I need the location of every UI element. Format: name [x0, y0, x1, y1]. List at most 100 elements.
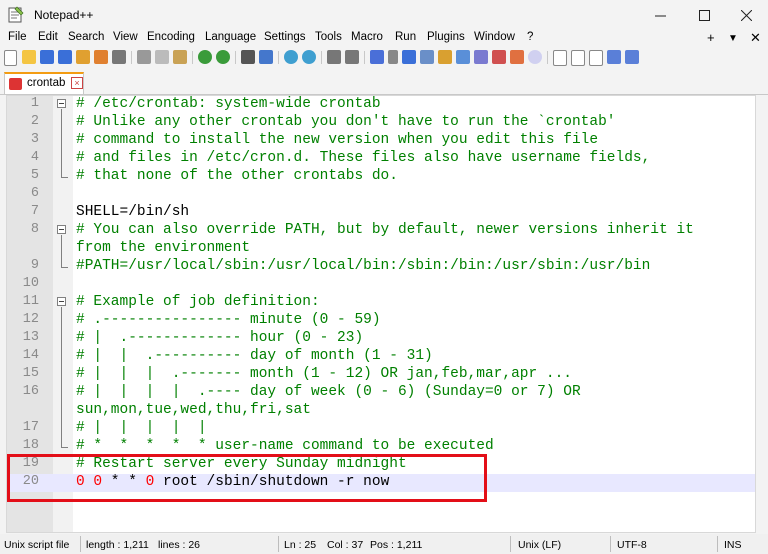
tab-crontab[interactable]: crontab ×: [4, 72, 84, 94]
close-file-icon[interactable]: [76, 50, 90, 64]
word-wrap-icon[interactable]: [370, 50, 384, 64]
line-number: 5: [30, 168, 39, 183]
code-line[interactable]: 5 # that none of the other crontabs do.: [7, 168, 755, 186]
tab-list-button[interactable]: ▼: [728, 33, 738, 44]
undo-icon[interactable]: [198, 50, 212, 64]
function-list-icon[interactable]: [474, 50, 488, 64]
code-line[interactable]: 17 # | | | | |: [7, 420, 755, 438]
code-line[interactable]: 10: [7, 276, 755, 294]
fold-toggle-icon[interactable]: [57, 225, 66, 234]
code-line[interactable]: 3 # command to install the new version wh…: [7, 132, 755, 150]
code-text: # | .------------- hour (0 - 23): [76, 330, 363, 346]
menu-search[interactable]: Search: [68, 31, 104, 43]
status-encoding[interactable]: UTF-8: [617, 539, 647, 551]
record-macro-icon[interactable]: [553, 50, 567, 66]
zoom-in-icon[interactable]: [284, 50, 298, 64]
save-macro-icon[interactable]: [625, 50, 639, 64]
sync-horizontal-icon[interactable]: [345, 50, 359, 64]
code-line[interactable]: 16 # | | | | .---- day of week (0 - 6) (S…: [7, 384, 755, 402]
code-line[interactable]: 4 # and files in /etc/cron.d. These files…: [7, 150, 755, 168]
tab-close-icon[interactable]: ×: [71, 77, 83, 89]
minimize-button[interactable]: [640, 0, 680, 30]
close-window-button[interactable]: [726, 0, 766, 30]
fold-toggle-icon[interactable]: [57, 297, 66, 306]
menu-language[interactable]: Language: [205, 31, 256, 43]
code-line[interactable]: 12 # .---------------- minute (0 - 59): [7, 312, 755, 330]
print-icon[interactable]: [112, 50, 126, 64]
line-number: 11: [22, 294, 39, 309]
code-text: # /etc/crontab: system-wide crontab: [76, 96, 381, 112]
menu-encoding[interactable]: Encoding: [147, 31, 195, 43]
code-text: SHELL=/bin/sh: [76, 204, 189, 220]
code-token: SHELL=/bin/sh: [76, 204, 190, 220]
copy-icon[interactable]: [155, 50, 169, 64]
line-number: 12: [22, 312, 39, 327]
code-line[interactable]: 14 # | | .---------- day of month (1 - 31…: [7, 348, 755, 366]
play-macro-icon[interactable]: [589, 50, 603, 66]
eye-icon[interactable]: [528, 50, 542, 64]
new-file-icon[interactable]: [4, 50, 17, 66]
code-text: # Unlike any other crontab you don't hav…: [76, 114, 616, 130]
monitoring-icon[interactable]: [510, 50, 524, 64]
menu-window[interactable]: Window: [474, 31, 515, 43]
code-token: # Unlike any other crontab you don't hav…: [76, 114, 616, 130]
menu-run[interactable]: Run: [395, 31, 416, 43]
line-number: 13: [22, 330, 39, 345]
menu-macro[interactable]: Macro: [351, 31, 383, 43]
save-icon[interactable]: [40, 50, 54, 64]
code-text: # You can also override PATH, but by def…: [76, 222, 694, 238]
line-number: 6: [30, 186, 39, 201]
code-line[interactable]: 11 # Example of job definition:: [7, 294, 755, 312]
fold-end: [61, 267, 68, 268]
menu-settings[interactable]: Settings: [264, 31, 306, 43]
code-line[interactable]: 7 SHELL=/bin/sh: [7, 204, 755, 222]
toolbar-separator: [131, 51, 132, 64]
replace-icon[interactable]: [259, 50, 273, 64]
code-line[interactable]: 8 # You can also override PATH, but by de…: [7, 222, 755, 240]
menu-plugins[interactable]: Plugins: [427, 31, 465, 43]
code-line[interactable]: 13 # | .------------- hour (0 - 23): [7, 330, 755, 348]
maximize-icon: [698, 9, 710, 21]
zoom-out-icon[interactable]: [302, 50, 316, 64]
indent-guide-icon[interactable]: [402, 50, 416, 64]
menu-tools[interactable]: Tools: [315, 31, 342, 43]
close-all-icon[interactable]: [94, 50, 108, 64]
status-col: Col : 37: [327, 539, 364, 551]
redo-icon[interactable]: [216, 50, 230, 64]
code-line[interactable]: 2 # Unlike any other crontab you don't ha…: [7, 114, 755, 132]
lang-define-icon[interactable]: [420, 50, 434, 64]
sync-vertical-icon[interactable]: [327, 50, 341, 64]
code-line[interactable]: 9 #PATH=/usr/local/sbin:/usr/local/bin:/s…: [7, 258, 755, 276]
doc-map-icon[interactable]: [438, 50, 452, 64]
status-eol[interactable]: Unix (LF): [518, 539, 561, 551]
code-line[interactable]: 1 # /etc/crontab: system-wide crontab: [7, 96, 755, 114]
doc-list-icon[interactable]: [456, 50, 470, 64]
status-ln: Ln : 25: [284, 539, 317, 551]
code-line[interactable]: from the environment: [7, 240, 755, 258]
menu-file[interactable]: File: [8, 31, 27, 43]
paste-icon[interactable]: [173, 50, 187, 64]
code-line[interactable]: 15 # | | | .------- month (1 - 12) OR jan…: [7, 366, 755, 384]
save-all-icon[interactable]: [58, 50, 72, 64]
code-text: # | | .---------- day of month (1 - 31): [76, 348, 433, 364]
find-icon[interactable]: [241, 50, 255, 64]
new-tab-button[interactable]: +: [707, 30, 715, 45]
toolbar: [0, 48, 768, 68]
show-all-chars-icon[interactable]: [388, 50, 398, 64]
menu-view[interactable]: View: [113, 31, 138, 43]
code-line[interactable]: sun,mon,tue,wed,thu,fri,sat: [7, 402, 755, 420]
stop-macro-icon[interactable]: [571, 50, 585, 66]
close-tab-button[interactable]: ✕: [750, 30, 761, 46]
status-pos: Pos : 1,211: [370, 539, 423, 551]
run-macro-multiple-icon[interactable]: [607, 50, 621, 64]
open-file-icon[interactable]: [22, 50, 36, 64]
menu-edit[interactable]: Edit: [38, 31, 58, 43]
code-line[interactable]: 6: [7, 186, 755, 204]
maximize-button[interactable]: [684, 0, 724, 30]
folder-workspace-icon[interactable]: [492, 50, 506, 64]
status-lines: lines : 26: [158, 539, 201, 551]
fold-toggle-icon[interactable]: [57, 99, 66, 108]
status-insert-mode[interactable]: INS: [724, 539, 742, 551]
menu-help[interactable]: ?: [527, 31, 533, 43]
cut-icon[interactable]: [137, 50, 151, 64]
